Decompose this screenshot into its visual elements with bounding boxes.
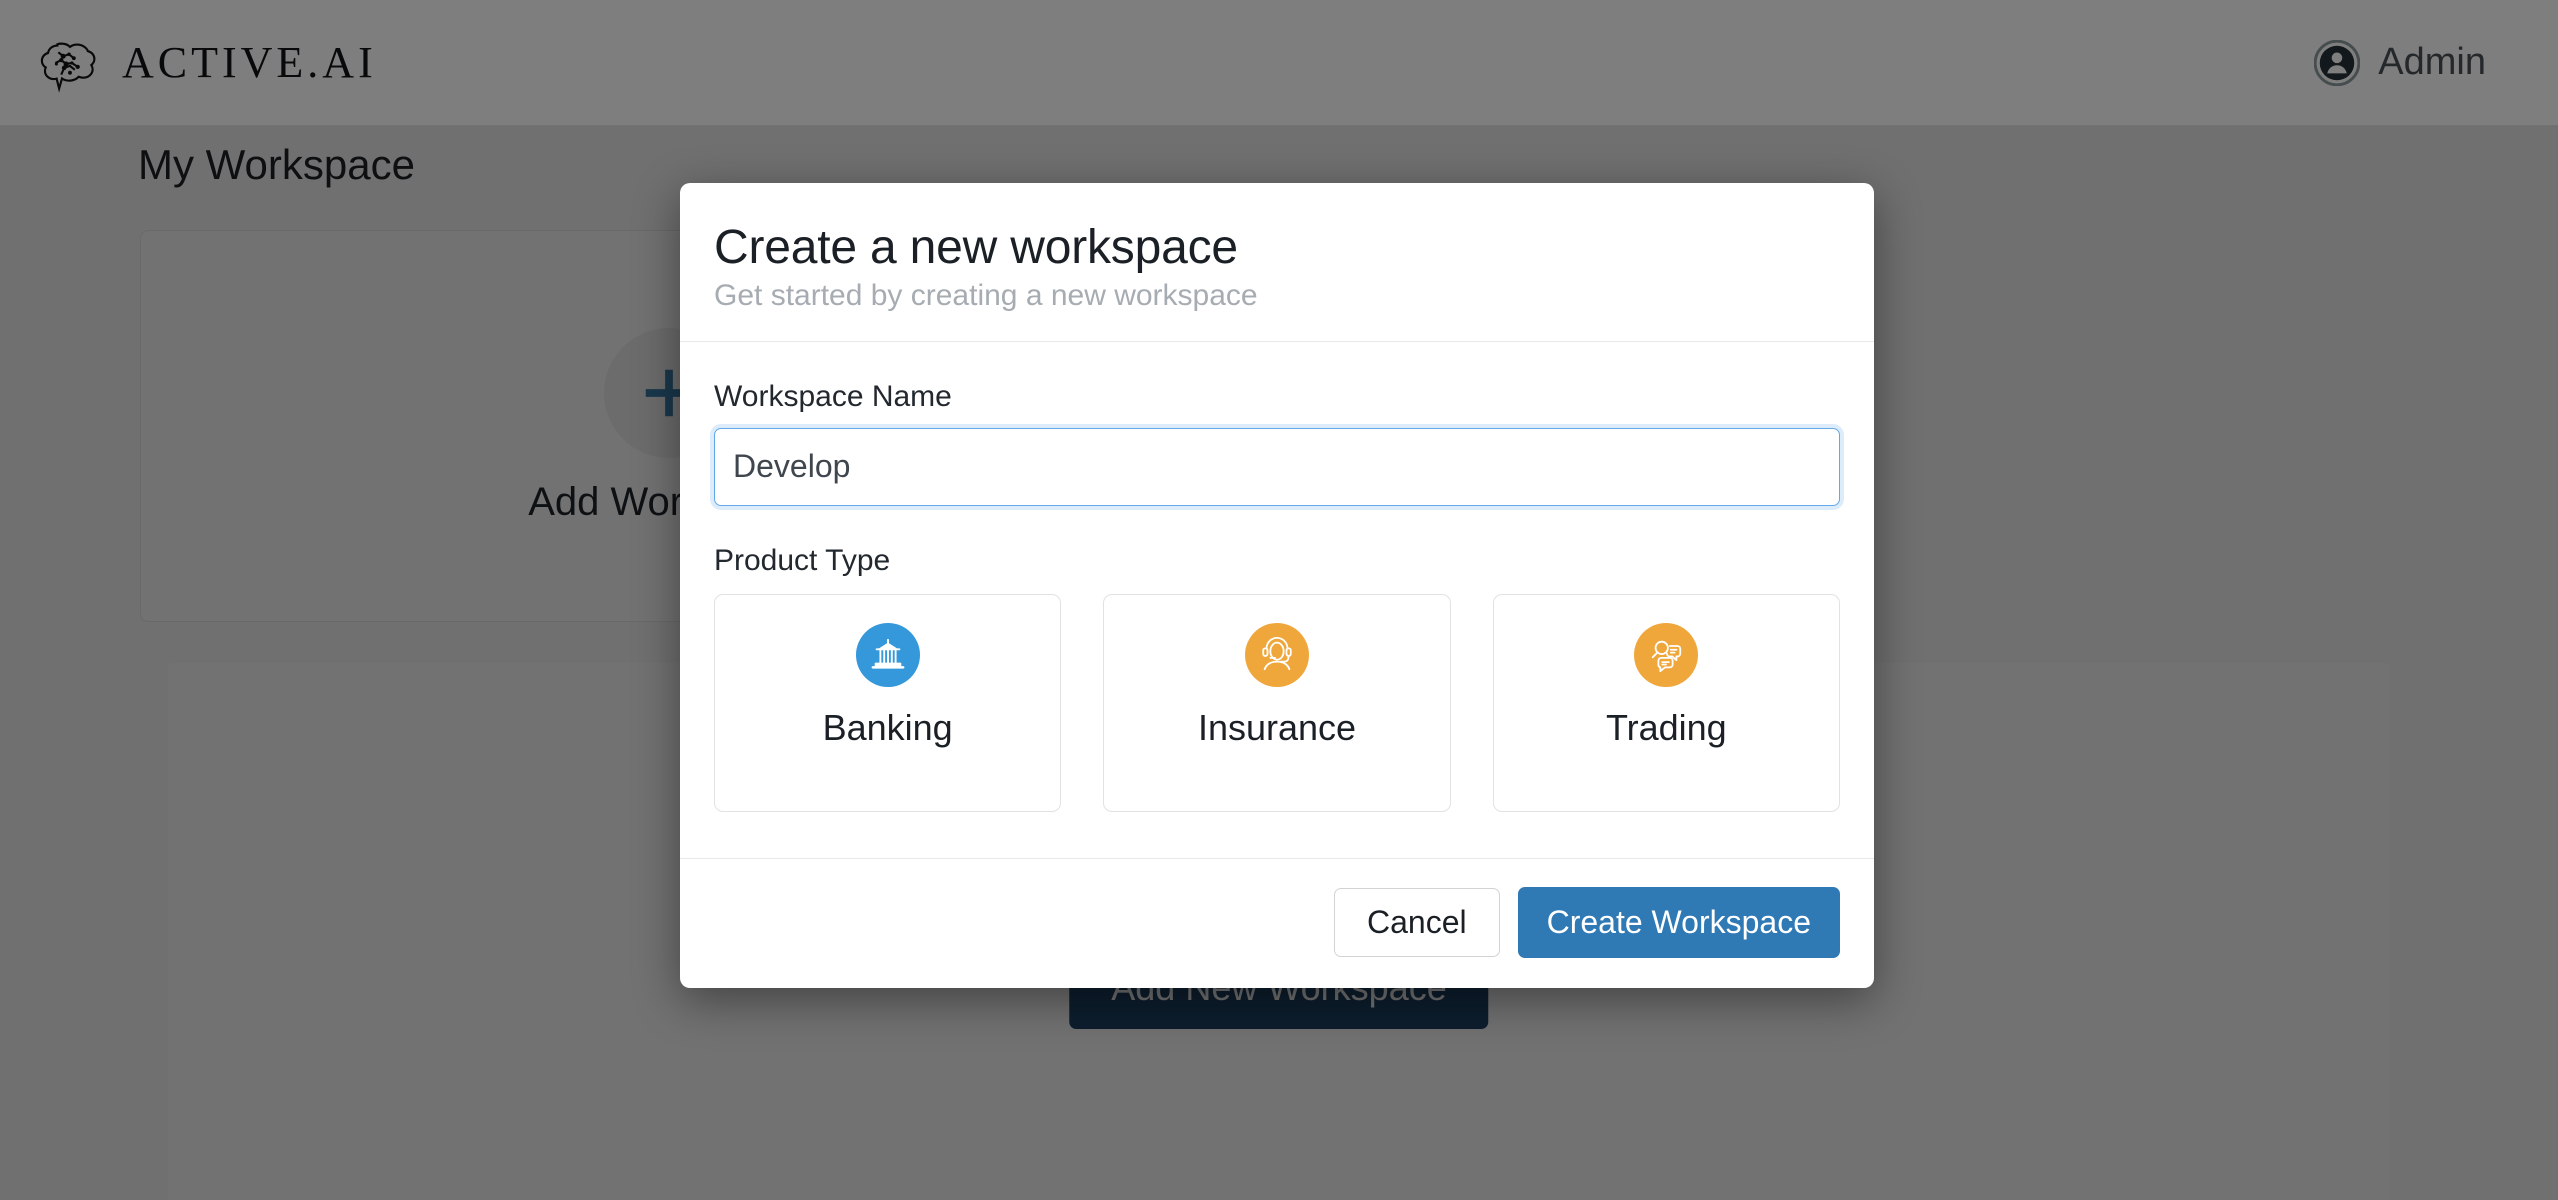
dialog-footer: Cancel Create Workspace xyxy=(680,857,1874,988)
cancel-button[interactable]: Cancel xyxy=(1333,887,1500,957)
dialog-title: Create a new workspace xyxy=(714,221,1238,274)
app-root: ACTIVE.AI Admin My Workspace xyxy=(0,0,2558,1200)
modal-overlay-header[interactable] xyxy=(0,0,2558,126)
workspace-name-label: Workspace Name xyxy=(714,379,952,413)
product-type-insurance[interactable]: Insurance xyxy=(1103,593,1451,812)
search-chat-bubble-icon xyxy=(1634,622,1699,687)
create-workspace-button[interactable]: Create Workspace xyxy=(1517,886,1840,958)
headset-agent-icon xyxy=(1244,622,1309,687)
dialog-subtitle: Get started by creating a new workspace xyxy=(714,278,1258,312)
product-type-label: Product Type xyxy=(714,543,891,577)
dialog-header: Create a new workspace Get started by cr… xyxy=(680,183,1874,342)
product-type-group: Banking Insurance Trading xyxy=(714,593,1840,812)
product-type-banking-label: Banking xyxy=(822,706,953,748)
workspace-name-input[interactable] xyxy=(714,427,1840,506)
dialog-body: Workspace Name Product Type xyxy=(680,342,1874,858)
product-type-banking[interactable]: Banking xyxy=(714,593,1062,812)
bank-building-icon xyxy=(855,622,920,687)
product-type-trading[interactable]: Trading xyxy=(1492,593,1840,812)
product-type-trading-label: Trading xyxy=(1605,706,1727,748)
create-workspace-dialog: Create a new workspace Get started by cr… xyxy=(680,183,1874,988)
product-type-insurance-label: Insurance xyxy=(1197,706,1357,748)
